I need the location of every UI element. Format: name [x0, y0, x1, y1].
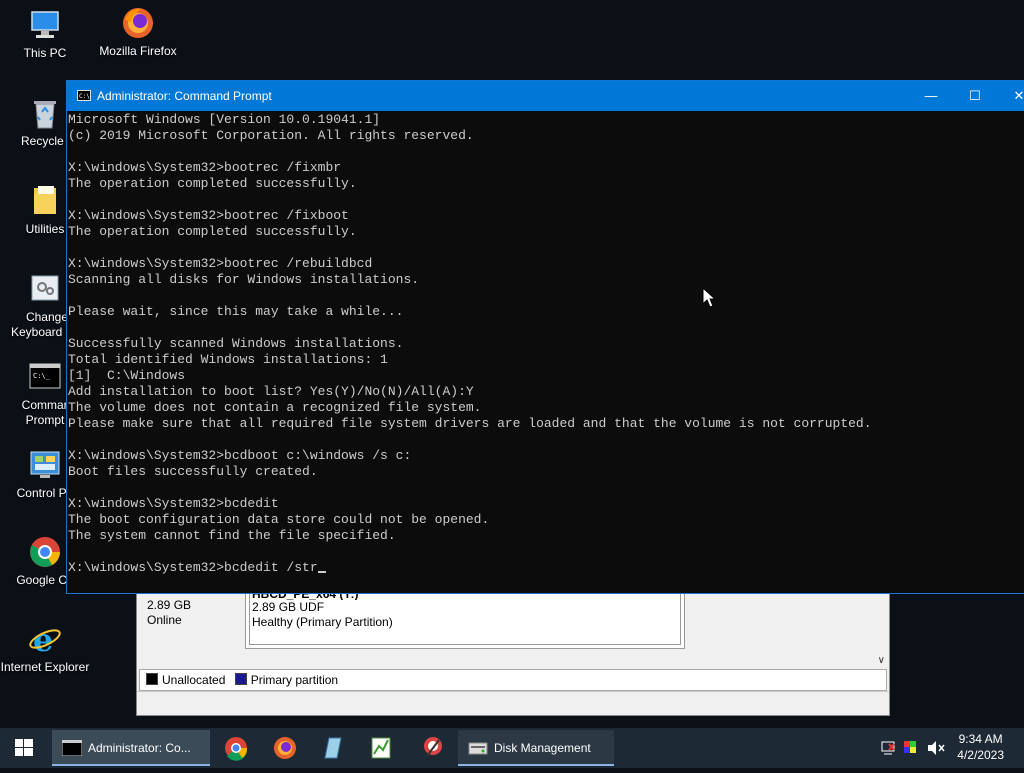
- console-input-line[interactable]: X:\windows\System32>bcdedit /str: [68, 560, 1024, 576]
- maximize-button[interactable]: ☐: [953, 81, 997, 111]
- taskbar-pin-chart-tool[interactable]: [357, 730, 405, 766]
- chrome-icon: [28, 535, 62, 569]
- disk-legend: Unallocated Primary partition: [139, 669, 887, 691]
- minimize-button[interactable]: —: [909, 81, 953, 111]
- desktop-icon-firefox[interactable]: Mozilla Firefox: [93, 6, 183, 59]
- desktop-icon-label: This PC: [23, 46, 67, 60]
- taskbar-item-label: Administrator: Co...: [88, 741, 191, 755]
- console-line: Add installation to boot list? Yes(Y)/No…: [68, 384, 474, 399]
- internet-explorer-icon: e: [28, 621, 62, 659]
- svg-text:e: e: [33, 622, 53, 656]
- svg-text:C:\_: C:\_: [33, 372, 51, 380]
- console-line: X:\windows\System32>bootrec /fixboot: [68, 208, 349, 223]
- console-line: [1] C:\Windows: [68, 368, 186, 383]
- clock-date: 4/2/2023: [957, 748, 1004, 762]
- console-line: (c) 2019 Microsoft Corporation. All righ…: [68, 128, 474, 143]
- taskbar-clock[interactable]: 9:34 AM 4/2/2023: [957, 731, 1004, 763]
- computer-icon: [28, 8, 62, 42]
- close-button[interactable]: ✕: [997, 81, 1024, 111]
- legend-primary-partition: Primary partition: [250, 673, 339, 687]
- volume-muted-icon[interactable]: [928, 741, 945, 755]
- console-line: Microsoft Windows [Version 10.0.19041.1]: [68, 112, 381, 127]
- console-line: The boot configuration data store could …: [68, 512, 490, 527]
- partition-block[interactable]: HBCD_PE_x64 (Y:) 2.89 GB UDF Healthy (Pr…: [245, 589, 685, 649]
- taskbar-pin-snipping-tool[interactable]: [409, 730, 457, 766]
- windows-logo-icon: [15, 739, 33, 756]
- status-bar: [137, 691, 889, 714]
- unallocated-swatch: [146, 673, 158, 685]
- console-line: The operation completed successfully.: [68, 224, 357, 239]
- scroll-down-arrow-icon[interactable]: ∨: [878, 655, 885, 666]
- desktop-icon-this-pc[interactable]: This PC: [0, 8, 90, 61]
- disk-size: 2.89 GB: [147, 598, 192, 612]
- command-prompt-app-icon: [77, 82, 91, 112]
- chart-tool-icon: [371, 737, 391, 759]
- desktop-icon-label: Internet Explorer: [0, 660, 90, 674]
- settings-window-icon: [28, 272, 62, 306]
- chrome-icon: [225, 737, 248, 761]
- console-line: X:\windows\System32>bcdedit: [68, 496, 279, 511]
- disk-management-icon: [468, 742, 488, 755]
- window-title: Administrator: Command Prompt: [97, 89, 272, 103]
- console-output[interactable]: Microsoft Windows [Version 10.0.19041.1]…: [67, 112, 1024, 592]
- desktop-icon-internet-explorer[interactable]: e Internet Explorer: [0, 621, 90, 675]
- snipping-tool-icon: [424, 737, 442, 757]
- taskbar-pin-chrome[interactable]: [212, 730, 260, 766]
- console-line: Boot files successfully created.: [68, 464, 318, 479]
- legend-unallocated: Unallocated: [162, 673, 226, 687]
- console-line: Total identified Windows installations: …: [68, 352, 388, 367]
- console-line: Please make sure that all required file …: [68, 416, 872, 431]
- console-line: The volume does not contain a recognized…: [68, 400, 482, 415]
- folder-icon: [28, 184, 62, 218]
- text-cursor-icon: [317, 571, 326, 573]
- taskbar-item-command-prompt[interactable]: Administrator: Co...: [52, 730, 210, 766]
- taskbar-item-label: Disk Management: [494, 741, 591, 755]
- mouse-pointer-icon: [702, 287, 716, 308]
- console-line: X:\windows\System32>bcdboot c:\windows /…: [68, 448, 412, 463]
- console-current-input: X:\windows\System32>bcdedit /str: [68, 560, 318, 575]
- taskbar: Administrator: Co... Disk Management 9:3…: [0, 728, 1024, 768]
- taskbar-item-disk-management[interactable]: Disk Management: [458, 730, 614, 766]
- notepad-icon: [324, 737, 342, 759]
- command-prompt-icon: [62, 740, 82, 756]
- clock-time: 9:34 AM: [958, 732, 1003, 746]
- primary-partition-swatch: [234, 673, 247, 685]
- taskbar-pin-notes[interactable]: [309, 730, 357, 766]
- console-line: The system cannot find the file specifie…: [68, 528, 396, 543]
- desktop-icon-label: Mozilla Firefox: [99, 44, 177, 58]
- recycle-bin-icon: [28, 96, 62, 130]
- console-line: The operation completed successfully.: [68, 176, 357, 191]
- disk-status: Online: [147, 613, 182, 627]
- console-line: X:\windows\System32>bootrec /rebuildbcd: [68, 256, 373, 271]
- partition-status: Healthy (Primary Partition): [252, 615, 393, 629]
- disk-management-window[interactable]: 2.89 GB Online HBCD_PE_x64 (Y:) 2.89 GB …: [136, 588, 890, 716]
- network-icon[interactable]: [881, 741, 895, 755]
- control-panel-icon: [28, 448, 62, 482]
- console-line: Scanning all disks for Windows installat…: [68, 272, 420, 287]
- command-prompt-icon: C:\_: [28, 360, 62, 394]
- firefox-icon: [121, 6, 155, 40]
- disk-info: 2.89 GB Online: [139, 589, 251, 651]
- console-line: Successfully scanned Windows installatio…: [68, 336, 404, 351]
- system-tray: [880, 728, 950, 768]
- console-line: Please wait, since this may take a while…: [68, 304, 404, 319]
- command-prompt-window[interactable]: Administrator: Command Prompt — ☐ ✕ Micr…: [66, 80, 1024, 594]
- color-picker-icon[interactable]: [904, 741, 916, 753]
- console-line: X:\windows\System32>bootrec /fixmbr: [68, 160, 342, 175]
- start-button[interactable]: [0, 728, 48, 768]
- taskbar-pin-firefox[interactable]: [261, 730, 309, 766]
- title-bar[interactable]: Administrator: Command Prompt — ☐ ✕: [67, 81, 1024, 112]
- partition-size: 2.89 GB UDF: [252, 600, 325, 614]
- firefox-icon: [274, 737, 296, 759]
